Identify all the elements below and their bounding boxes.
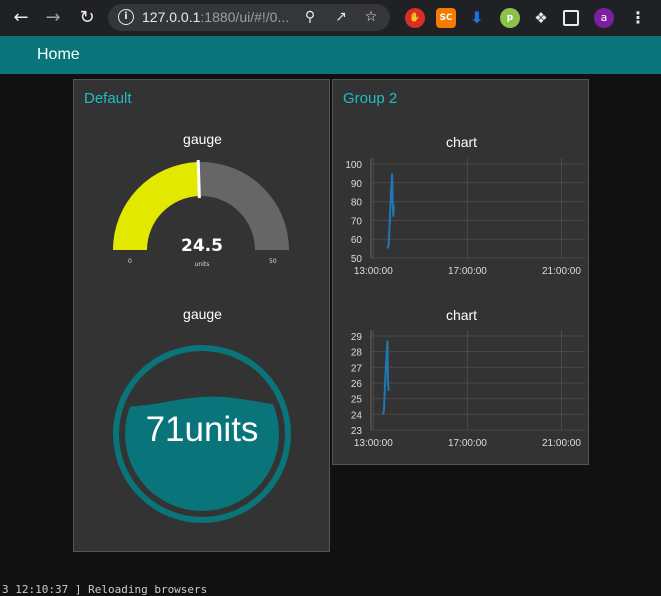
address-bar[interactable]: i 127.0.0.1:1880/ui/#!/0... ⚲ ↗ ☆ [108,4,390,31]
line-chart-1: 100 90 80 70 60 5013:00:00 17:00:00 21:00:00 [345,158,585,277]
browser-toolbar: ← → ↻ i 127.0.0.1:1880/ui/#!/0... ⚲ ↗ ☆ … [0,0,661,36]
url-text[interactable]: 127.0.0.1:1880/ui/#!/0... [142,9,289,25]
y-tick-label: 23 [351,426,363,437]
gauge-title: gauge [183,131,222,147]
y-tick-label: 50 [351,254,363,265]
series-line [386,173,395,249]
extension-hand-icon[interactable]: ✋ [405,8,425,28]
gauge-min: 0 [128,258,132,265]
console-log-text: 3 12:10:37 ] Reloading browsers [2,583,208,596]
url-host: 127.0.0.1 [142,9,201,25]
back-arrow-icon[interactable]: ← [10,7,32,29]
group-default-card: Default gauge 24.5 units 0 50 gauge 71un… [73,79,330,552]
extension-p-icon[interactable]: p [500,8,520,28]
menu-kebab-icon[interactable]: ⋮ [628,8,648,28]
y-tick-label: 60 [351,235,363,246]
y-tick-label: 28 [351,348,363,359]
tab-title: Home [37,46,80,63]
y-tick-label: 80 [351,198,363,209]
bookmark-star-icon[interactable]: ☆ [362,8,380,26]
gauge-max: 50 [269,258,277,265]
x-tick-label: 21:00:00 [542,438,581,449]
y-tick-label: 100 [345,160,362,171]
gauge-value: 24.5 [181,236,223,256]
x-tick-label: 21:00:00 [542,266,581,277]
y-tick-label: 70 [351,216,363,227]
y-tick-label: 26 [351,379,363,390]
gauge-units: units [194,261,210,268]
zoom-icon[interactable]: ⚲ [301,8,319,26]
group-2-card: Group 2 chart 100 90 80 70 60 50 13:00:00 17:00… [332,79,589,465]
group-title: Default [84,90,132,107]
level-gauge-title: gauge [183,306,222,322]
chart-title: chart [445,307,478,323]
level-gauge-value: 71units [145,410,259,449]
share-icon[interactable]: ↗ [332,8,350,26]
download-icon[interactable]: ⬇ [467,8,487,28]
url-path: :1880/ui/#!/0... [200,9,290,25]
chart-title: chart [445,134,478,150]
y-tick-label: 24 [351,410,363,421]
x-tick-label: 13:00:00 [354,438,393,449]
y-tick-label: 27 [351,363,363,374]
site-info-icon[interactable]: i [118,9,134,25]
x-tick-label: 17:00:00 [448,266,487,277]
side-panel-icon[interactable] [563,10,579,26]
extensions-puzzle-icon[interactable]: ❖ [531,8,551,28]
reload-icon[interactable]: ↻ [76,7,98,29]
forward-arrow-icon[interactable]: → [42,7,64,29]
x-tick-label: 13:00:00 [354,266,393,277]
extension-sc-icon[interactable]: SC [436,8,456,28]
y-tick-label: 25 [351,395,363,406]
dashboard-toolbar: Home [0,36,661,74]
profile-avatar[interactable]: a [594,8,614,28]
group-title: Group 2 [343,90,398,107]
y-tick-label: 90 [351,179,363,190]
line-chart-2: 29 28 27 26 25 24 2313:00:00 17:00:00 21:00:00 [351,330,585,449]
gauge-needle [196,159,201,199]
x-tick-label: 17:00:00 [448,438,487,449]
y-tick-label: 29 [351,332,363,343]
